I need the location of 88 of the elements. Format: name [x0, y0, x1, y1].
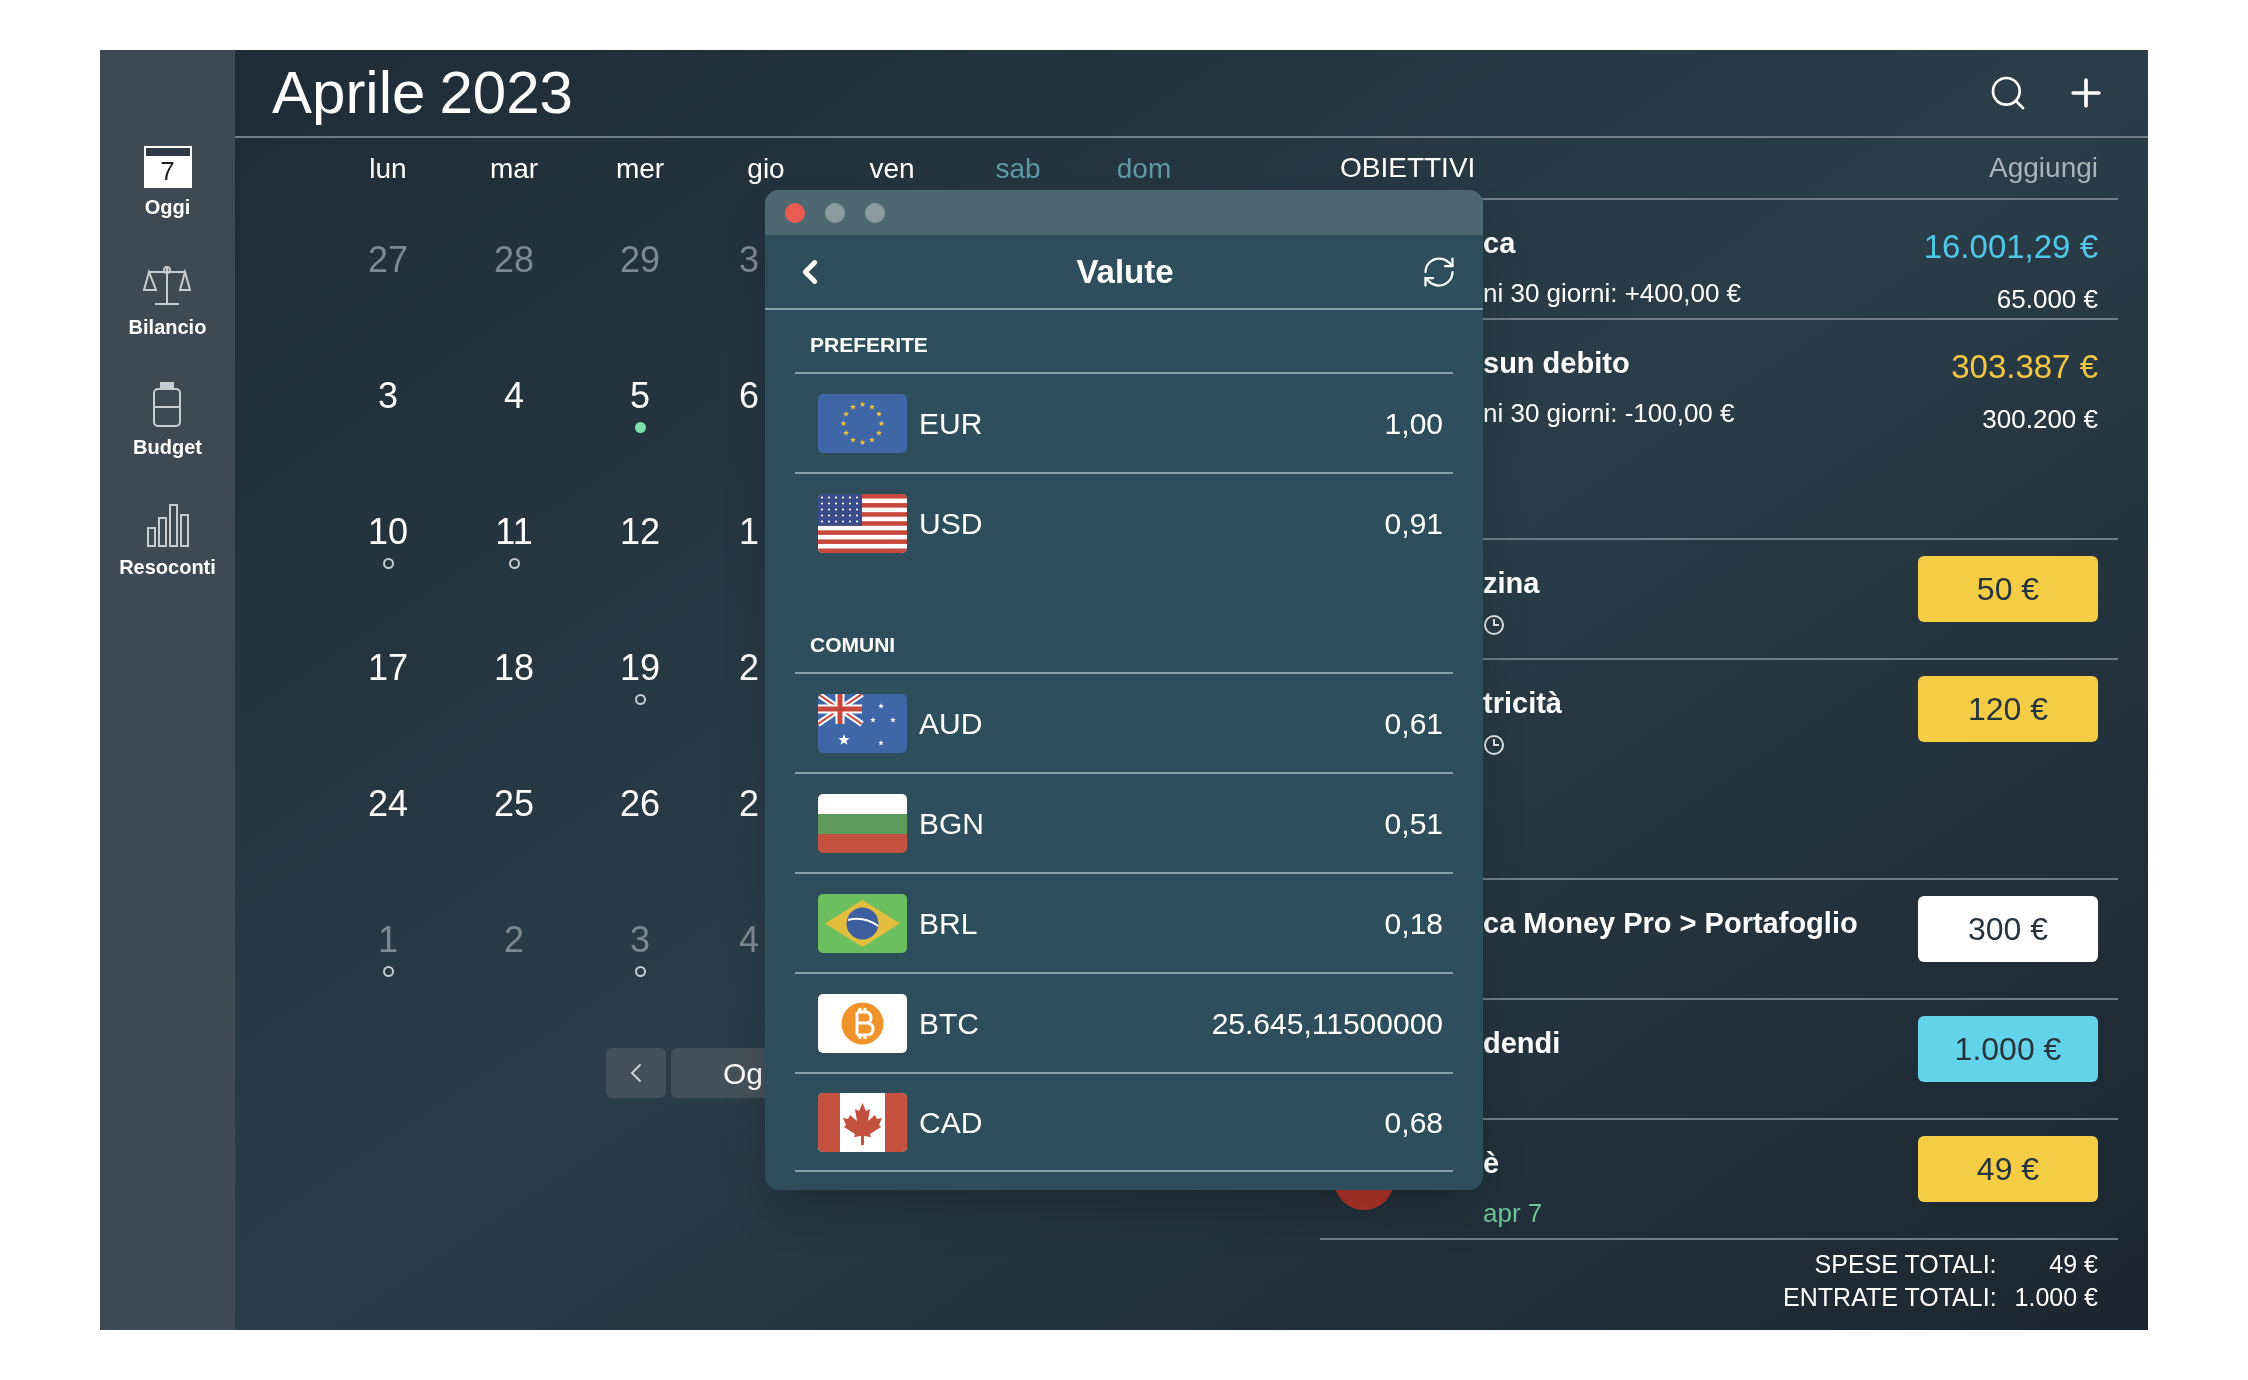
calendar-day[interactable]: 24: [367, 783, 408, 824]
total-label: SPESE TOTALI:: [1813, 1249, 1997, 1280]
goals-heading: OBIETTIVI: [1340, 151, 1476, 185]
currency-code: AUD: [919, 705, 984, 742]
calendar-header-strip: [145, 148, 190, 156]
add-link[interactable]: Aggiungi: [1989, 147, 2098, 189]
calendar-day[interactable]: 19: [619, 647, 660, 688]
total-value: 1.000 €: [2014, 1282, 2098, 1313]
calendar-day[interactable]: 3: [378, 375, 398, 416]
month-title: Aprile: [272, 58, 426, 128]
australia-flag-icon: [818, 693, 907, 753]
calendar-day[interactable]: 29: [619, 239, 660, 280]
calendar-day[interactable]: 26: [619, 783, 660, 824]
goal-note: ni 30 giorni: +400,00 €: [1483, 276, 1743, 310]
currency-code: EUR: [919, 405, 984, 442]
section-heading: COMUNI: [810, 631, 896, 658]
currency-rate: 25.645,11500000: [1211, 1005, 1443, 1042]
transaction-date: apr 7: [1483, 1196, 1544, 1230]
currency-code: BGN: [919, 805, 985, 842]
calendar-day[interactable]: 18: [493, 647, 534, 688]
transaction-name: zina: [1483, 566, 1541, 601]
brazil-flag-icon: [818, 893, 907, 953]
weekday-label: mer: [614, 152, 666, 186]
bar-chart-icon: [144, 502, 191, 548]
currency-row[interactable]: CAD 0,68: [795, 1072, 1453, 1172]
currency-rate: 0,18: [1384, 905, 1443, 942]
year-title: 2023: [439, 58, 573, 128]
calendar-day[interactable]: 28: [493, 239, 534, 280]
amount-badge[interactable]: 50 €: [1918, 556, 2098, 622]
sidebar-item[interactable]: Budget: [133, 432, 202, 462]
currency-row[interactable]: BGN 0,51: [795, 772, 1453, 872]
calendar-day[interactable]: 27: [367, 239, 408, 280]
currency-rate: 0,68: [1384, 1104, 1443, 1141]
us-flag-icon: [818, 493, 907, 553]
calendar-day[interactable]: 17: [367, 647, 408, 688]
canada-flag-icon: [818, 1092, 907, 1152]
sidebar-item[interactable]: Bilancio: [128, 312, 207, 342]
goal-note: ni 30 giorni: -100,00 €: [1483, 396, 1736, 430]
calendar-day[interactable]: 4: [504, 375, 524, 416]
goal-target: 65.000 €: [1996, 282, 2098, 316]
total-value: 49 €: [2048, 1249, 2098, 1280]
weekday-label: gio: [746, 152, 786, 186]
currency-rate: 0,51: [1384, 805, 1443, 842]
weekday-label: mar: [488, 152, 540, 186]
total-label: ENTRATE TOTALI:: [1782, 1282, 1997, 1313]
eu-flag-icon: [818, 393, 907, 453]
weekday-label: sab: [994, 152, 1042, 186]
currency-rate: 1,00: [1384, 405, 1443, 442]
currency-code: USD: [919, 505, 984, 542]
transaction-name: tricità: [1483, 686, 1563, 721]
amount-badge[interactable]: 120 €: [1918, 676, 2098, 742]
goal-target: 300.200 €: [1982, 402, 2098, 436]
currency-row[interactable]: EUR 1,00: [795, 372, 1453, 472]
calendar-day: 7: [143, 156, 192, 186]
amount-badge[interactable]: 1.000 €: [1918, 1016, 2098, 1082]
currency-row[interactable]: USD 0,91: [795, 472, 1453, 572]
bulgaria-flag-icon: [818, 793, 907, 853]
weekday-label: ven: [868, 152, 916, 186]
currency-row[interactable]: BTC 25.645,11500000: [795, 972, 1453, 1072]
currency-code: CAD: [919, 1104, 984, 1141]
amount-badge[interactable]: 300 €: [1918, 896, 2098, 962]
weekday-label: dom: [1115, 152, 1173, 186]
calendar-day[interactable]: 12: [619, 511, 660, 552]
calendar-day[interactable]: 10: [367, 511, 408, 552]
calendar-day[interactable]: 5: [630, 375, 650, 416]
calendar-day[interactable]: 25: [493, 783, 534, 824]
transaction-name: ca Money Pro > Portafoglio: [1483, 906, 1859, 941]
calendar-day[interactable]: 11: [495, 511, 533, 552]
dialog-title: Valute: [1076, 251, 1174, 292]
goal-amount: 16.001,29 €: [1923, 227, 2098, 267]
currency-code: BRL: [919, 905, 979, 942]
jar-icon: [152, 382, 183, 428]
goal-amount: 303.387 €: [1951, 347, 2098, 387]
currency-rate: 0,61: [1384, 705, 1443, 742]
currency-row[interactable]: BRL 0,18: [795, 872, 1453, 972]
coin-icon: [818, 993, 907, 1053]
sidebar-item[interactable]: Oggi: [144, 192, 191, 222]
section-heading: PREFERITE: [810, 331, 928, 358]
currency-code: BTC: [919, 1005, 980, 1042]
transaction-name: dendi: [1483, 1026, 1562, 1061]
goal-name: sun debito: [1483, 346, 1631, 381]
amount-badge[interactable]: 49 €: [1918, 1136, 2098, 1202]
sidebar-item[interactable]: Resoconti: [119, 552, 216, 582]
currency-rate: 0,91: [1384, 505, 1443, 542]
goal-name: ca: [1483, 226, 1517, 261]
weekday-label: lun: [368, 152, 408, 186]
transaction-name: è: [1483, 1146, 1501, 1181]
currency-row[interactable]: AUD 0,61: [795, 672, 1453, 772]
